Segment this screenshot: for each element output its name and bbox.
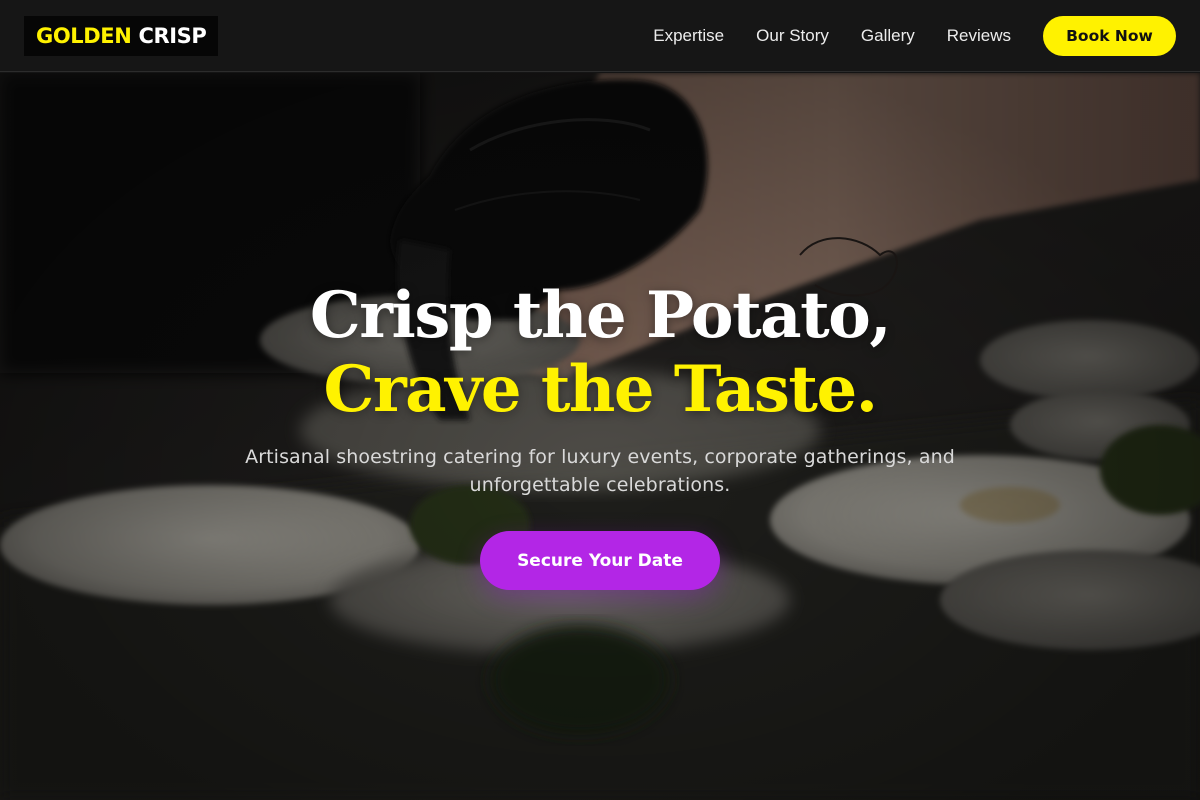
nav-link-our-story[interactable]: Our Story (756, 26, 829, 46)
book-now-button[interactable]: Book Now (1043, 15, 1176, 56)
main-nav: Expertise Our Story Gallery Reviews Book… (653, 15, 1176, 56)
nav-link-reviews[interactable]: Reviews (947, 26, 1011, 46)
hero-subtitle: Artisanal shoestring catering for luxury… (245, 446, 955, 496)
hero-headline-line2: Crave the Taste. (323, 352, 878, 427)
secure-your-date-button[interactable]: Secure Your Date (480, 531, 720, 590)
nav-link-gallery[interactable]: Gallery (861, 26, 915, 46)
brand-logo[interactable]: GOLDEN CRISP (24, 15, 219, 56)
hero-content: Crisp the Potato, Crave the Taste. Artis… (0, 73, 1200, 800)
brand-logo-part-crisp: CRISP (138, 23, 207, 48)
nav-link-expertise[interactable]: Expertise (653, 26, 724, 46)
site-header: GOLDEN CRISP Expertise Our Story Gallery… (0, 0, 1200, 72)
brand-logo-part-golden: GOLDEN (36, 23, 132, 48)
hero-headline-line1: Crisp the Potato, (309, 278, 892, 353)
